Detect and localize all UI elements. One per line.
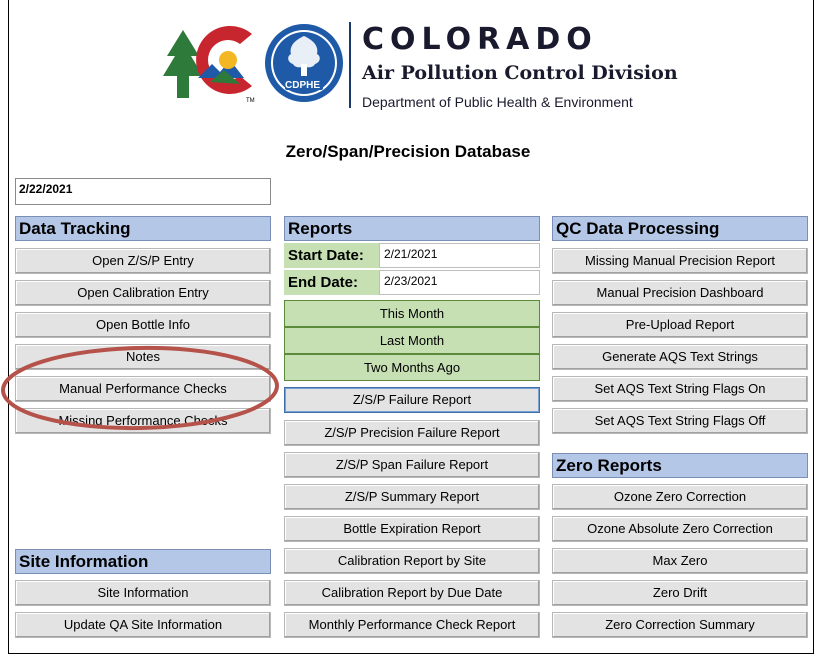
data-tracking-heading: Data Tracking <box>15 216 271 241</box>
start-date-label: Start Date: <box>284 243 379 268</box>
site-information-button[interactable]: Site Information <box>15 580 271 606</box>
open-bottle-info-button[interactable]: Open Bottle Info <box>15 312 271 338</box>
start-date-field[interactable]: 2/21/2021 <box>379 243 540 268</box>
org-title: COLORADO <box>362 22 598 57</box>
header-divider <box>349 22 351 108</box>
zsp-failure-report-button[interactable]: Z/S/P Failure Report <box>284 387 540 413</box>
org-division: Air Pollution Control Division <box>362 62 678 84</box>
current-date-field[interactable]: 2/22/2021 <box>15 178 271 205</box>
zero-drift-button[interactable]: Zero Drift <box>552 580 808 606</box>
end-date-label: End Date: <box>284 270 379 295</box>
zero-reports-heading: Zero Reports <box>552 453 808 478</box>
missing-performance-checks-button[interactable]: Missing Performance Checks <box>15 408 271 434</box>
ozone-zero-correction-button[interactable]: Ozone Zero Correction <box>552 484 808 510</box>
trademark-mark: TM <box>246 98 255 104</box>
site-information-heading: Site Information <box>15 549 271 574</box>
set-aqs-flags-off-button[interactable]: Set AQS Text String Flags Off <box>552 408 808 434</box>
calibration-report-by-due-date-button[interactable]: Calibration Report by Due Date <box>284 580 540 606</box>
cdphe-logo-icon <box>265 24 343 102</box>
calibration-report-by-site-button[interactable]: Calibration Report by Site <box>284 548 540 574</box>
open-zsp-entry-button[interactable]: Open Z/S/P Entry <box>15 248 271 274</box>
notes-button[interactable]: Notes <box>15 344 271 370</box>
set-aqs-flags-on-button[interactable]: Set AQS Text String Flags On <box>552 376 808 402</box>
this-month-button[interactable]: This Month <box>284 300 540 327</box>
manual-performance-checks-button[interactable]: Manual Performance Checks <box>15 376 271 402</box>
bottle-expiration-report-button[interactable]: Bottle Expiration Report <box>284 516 540 542</box>
generate-aqs-text-strings-button[interactable]: Generate AQS Text Strings <box>552 344 808 370</box>
open-calibration-entry-button[interactable]: Open Calibration Entry <box>15 280 271 306</box>
colorado-c-logo-icon <box>196 26 252 94</box>
two-months-ago-button[interactable]: Two Months Ago <box>284 354 540 381</box>
monthly-performance-check-report-button[interactable]: Monthly Performance Check Report <box>284 612 540 638</box>
manual-precision-dashboard-button[interactable]: Manual Precision Dashboard <box>552 280 808 306</box>
update-qa-site-information-button[interactable]: Update QA Site Information <box>15 612 271 638</box>
qc-data-processing-heading: QC Data Processing <box>552 216 808 241</box>
cdphe-logo-label: CDPHE <box>285 80 321 91</box>
pre-upload-report-button[interactable]: Pre-Upload Report <box>552 312 808 338</box>
ozone-absolute-zero-correction-button[interactable]: Ozone Absolute Zero Correction <box>552 516 808 542</box>
end-date-field[interactable]: 2/23/2021 <box>379 270 540 295</box>
page-title: Zero/Span/Precision Database <box>285 142 531 161</box>
reports-heading: Reports <box>284 216 540 241</box>
zsp-precision-failure-report-button[interactable]: Z/S/P Precision Failure Report <box>284 420 540 446</box>
last-month-button[interactable]: Last Month <box>284 327 540 354</box>
zero-correction-summary-button[interactable]: Zero Correction Summary <box>552 612 808 638</box>
missing-manual-precision-report-button[interactable]: Missing Manual Precision Report <box>552 248 808 274</box>
zsp-span-failure-report-button[interactable]: Z/S/P Span Failure Report <box>284 452 540 478</box>
org-department: Department of Public Health & Environmen… <box>362 94 633 110</box>
max-zero-button[interactable]: Max Zero <box>552 548 808 574</box>
zsp-summary-report-button[interactable]: Z/S/P Summary Report <box>284 484 540 510</box>
